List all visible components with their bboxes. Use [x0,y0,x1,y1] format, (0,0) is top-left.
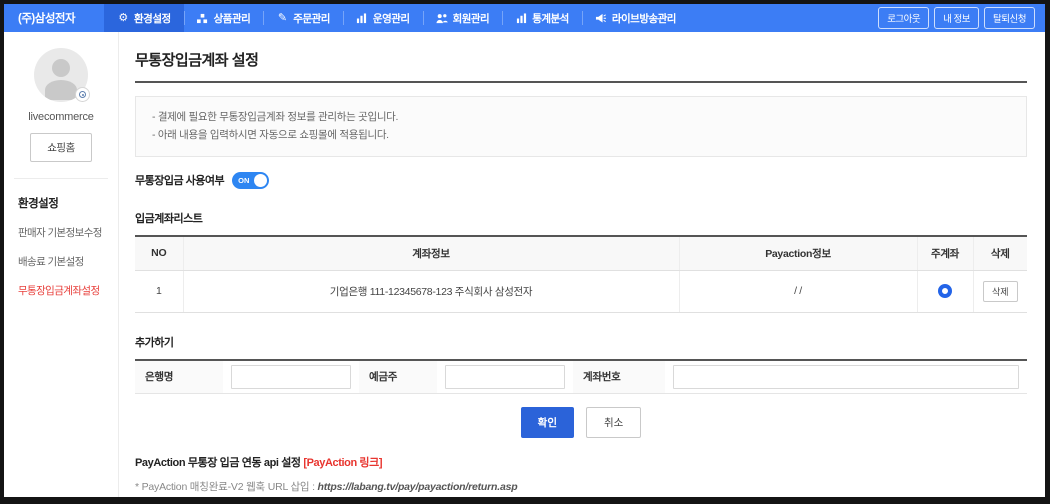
account-holder-input[interactable] [445,365,565,389]
toggle-knob [254,174,267,187]
nav-label: 상품관리 [214,11,251,26]
sidebar-item-bank-account-settings[interactable]: 무통장입금계좌설정 [18,283,118,298]
info-line: - 아래 내용을 입력하시면 자동으로 쇼핑몰에 적용됩니다. [152,126,1010,144]
topbar-actions: 로그아웃 내 정보 탈퇴신청 [878,4,1045,32]
table-row: 1 기업은행 111-12345678-123 주식회사 삼성전자 / / 삭제 [135,270,1027,312]
col-header-payaction: Payaction정보 [679,236,917,271]
sidebar-item-shipping-settings[interactable]: 배송료 기본설정 [18,254,118,269]
nav-item-statistics[interactable]: 통계분석 [502,4,582,32]
info-line: - 결제에 필요한 무통장입금계좌 정보를 관리하는 곳입니다. [152,108,1010,126]
nav-item-operations[interactable]: 운영관리 [343,4,423,32]
col-header-no: NO [135,236,183,271]
cell-payaction-info: / / [679,270,917,312]
app-window: (주)삼성전자 ⚙ 환경설정 상품관리 ✎ 주문관리 운영관리 [0,0,1050,504]
confirm-button[interactable]: 확인 [521,407,574,438]
nav-label: 라이브방송관리 [612,11,676,26]
col-header-main-account: 주계좌 [917,236,973,271]
main-nav: ⚙ 환경설정 상품관리 ✎ 주문관리 운영관리 [104,4,689,32]
nav-item-settings[interactable]: ⚙ 환경설정 [104,4,184,32]
nav-label: 환경설정 [134,11,171,26]
users-icon [436,12,448,24]
account-number-input[interactable] [673,365,1019,389]
payaction-heading: PayAction 무통장 입금 연동 api 설정 [PayAction 링크… [135,454,1027,470]
avatar [34,48,88,102]
delete-button[interactable]: 삭제 [983,281,1018,302]
cancel-button[interactable]: 취소 [586,407,641,438]
payaction-link[interactable]: [PayAction 링크] [303,457,382,469]
bank-name-label: 은행명 [135,361,223,393]
bank-transfer-toggle-row: 무통장입금 사용여부 ON [135,172,1027,189]
username: livecommerce [4,111,118,123]
withdraw-button[interactable]: 탈퇴신청 [984,7,1035,29]
gear-icon: ⚙ [117,12,129,24]
nav-item-orders[interactable]: ✎ 주문관리 [263,4,343,32]
main-account-radio[interactable] [938,284,952,298]
payaction-webhook-url: https://labang.tv/pay/payaction/return.a… [318,481,518,493]
shop-home-button[interactable]: 쇼핑홈 [30,133,91,162]
bank-transfer-toggle[interactable]: ON [232,172,269,189]
nav-label: 주문관리 [293,11,330,26]
sidebar-item-seller-info[interactable]: 판매자 기본정보수정 [18,225,118,240]
add-account-form: 은행명 예금주 계좌번호 [135,359,1027,394]
cell-delete: 삭제 [973,270,1027,312]
page-title: 무통장입금계좌 설정 [135,49,1027,83]
cell-no: 1 [135,270,183,312]
account-number-label: 계좌번호 [573,361,665,393]
account-list-label: 입금계좌리스트 [135,210,1027,226]
payaction-note: * PayAction 매칭완료-V2 웹훅 URL 삽입 : https://… [135,479,1027,494]
nav-label: 운영관리 [373,11,410,26]
bank-name-input[interactable] [231,365,351,389]
sidebar: livecommerce 쇼핑홈 환경설정 판매자 기본정보수정 배송료 기본설… [4,32,119,497]
toggle-state: ON [238,176,249,185]
megaphone-icon [595,12,607,24]
bar-chart-icon [356,12,368,24]
sidebar-menu-header: 환경설정 [18,195,118,211]
nav-item-live-broadcast[interactable]: 라이브방송관리 [582,4,689,32]
logout-button[interactable]: 로그아웃 [878,7,929,29]
gear-badge-icon[interactable] [75,87,90,102]
pencil-icon: ✎ [276,12,288,24]
main-content: 무통장입금계좌 설정 - 결제에 필요한 무통장입금계좌 정보를 관리하는 곳입… [119,32,1045,497]
nav-label: 통계분석 [532,11,569,26]
add-form-buttons: 확인 취소 [135,407,1027,438]
add-section-label: 추가하기 [135,334,1027,350]
payaction-heading-text: PayAction 무통장 입금 연동 api 설정 [135,457,303,469]
toggle-label: 무통장입금 사용여부 [135,172,224,188]
nav-item-products[interactable]: 상품관리 [184,4,264,32]
cell-account-info: 기업은행 111-12345678-123 주식회사 삼성전자 [183,270,679,312]
cell-main-account [917,270,973,312]
bar-chart-icon [515,12,527,24]
sidebar-menu: 환경설정 판매자 기본정보수정 배송료 기본설정 무통장입금계좌설정 [4,179,118,298]
nav-item-members[interactable]: 회원관리 [423,4,503,32]
topbar: (주)삼성전자 ⚙ 환경설정 상품관리 ✎ 주문관리 운영관리 [4,4,1045,32]
info-box: - 결제에 필요한 무통장입금계좌 정보를 관리하는 곳입니다. - 아래 내용… [135,96,1027,157]
my-info-button[interactable]: 내 정보 [934,7,979,29]
products-icon [197,12,209,24]
payaction-note-text: * PayAction 매칭완료-V2 웹훅 URL 삽입 : [135,481,318,493]
col-header-delete: 삭제 [973,236,1027,271]
col-header-account: 계좌정보 [183,236,679,271]
account-table: NO 계좌정보 Payaction정보 주계좌 삭제 1 기업은행 111-12… [135,235,1027,313]
brand-title: (주)삼성전자 [4,4,104,32]
account-table-header-row: NO 계좌정보 Payaction정보 주계좌 삭제 [135,236,1027,271]
account-holder-label: 예금주 [359,361,437,393]
nav-label: 회원관리 [453,11,490,26]
